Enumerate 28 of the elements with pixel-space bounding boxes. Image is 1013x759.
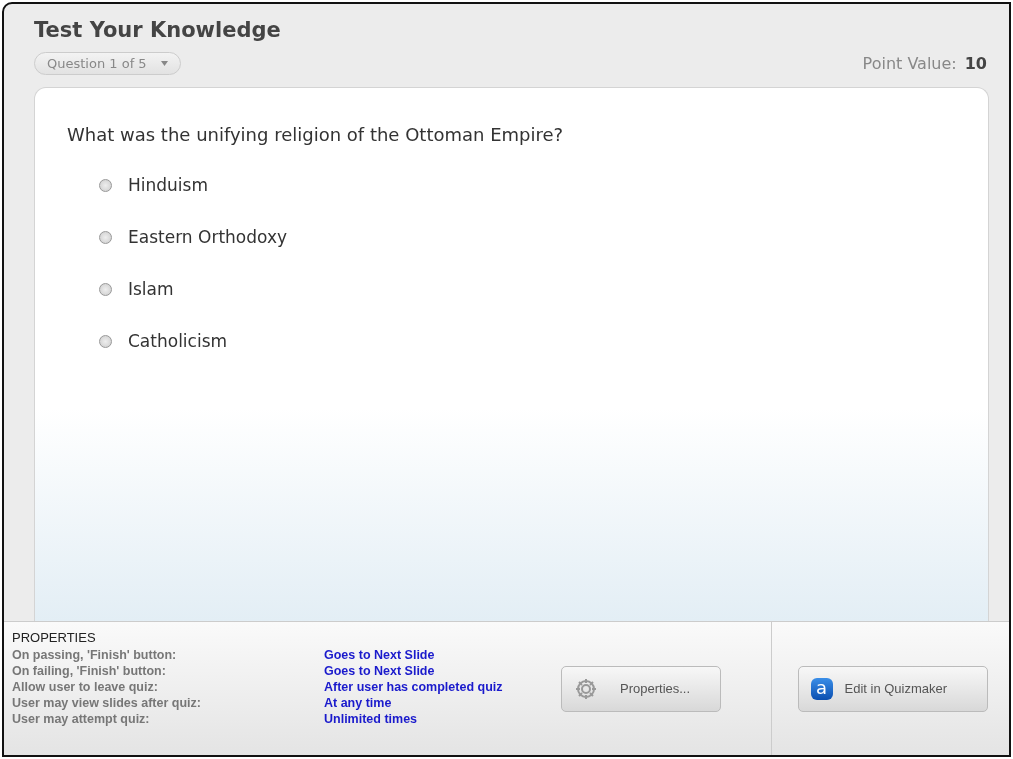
property-value: At any time — [324, 695, 393, 711]
edit-in-quizmaker-button[interactable]: a Edit in Quizmaker — [797, 665, 988, 712]
properties-heading: PROPERTIES — [12, 630, 97, 645]
answer-option[interactable]: Hinduism — [128, 175, 208, 195]
caret-icon — [160, 61, 168, 66]
radio-button[interactable] — [99, 230, 112, 244]
property-label: On passing, 'Finish' button: — [12, 647, 178, 663]
property-label: On failing, 'Finish' button: — [12, 663, 167, 679]
quiz-title: Test Your Knowledge — [34, 18, 282, 42]
gear-icon — [574, 676, 598, 701]
property-label: Allow user to leave quiz: — [12, 679, 159, 695]
app-logo-icon: a — [810, 677, 833, 700]
question-text: What was the unifying religion of the Ottoman Empire? — [67, 124, 565, 145]
property-value: After user has completed quiz — [324, 679, 504, 695]
property-value: Goes to Next Slide — [324, 647, 436, 663]
property-value: Unlimited times — [324, 711, 419, 727]
radio-button[interactable] — [99, 178, 112, 192]
property-value: Goes to Next Slide — [324, 663, 436, 679]
point-value-label: Point Value: — [862, 54, 957, 73]
answer-option[interactable]: Islam — [128, 279, 174, 299]
answer-option[interactable]: Catholicism — [128, 331, 228, 351]
radio-button[interactable] — [99, 282, 112, 296]
radio-button[interactable] — [99, 334, 112, 348]
property-label: User may view slides after quiz: — [12, 695, 202, 711]
property-label: User may attempt quiz: — [12, 711, 151, 727]
point-value: 10 — [964, 54, 987, 73]
properties-button[interactable]: Properties... — [561, 665, 721, 712]
answer-option[interactable]: Eastern Orthodoxy — [128, 227, 287, 247]
